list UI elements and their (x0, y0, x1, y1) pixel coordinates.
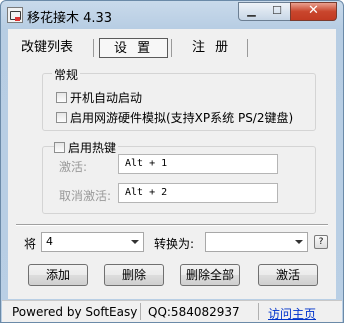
activate-hotkey-field[interactable]: Alt + 1 (118, 154, 278, 174)
minimize-button[interactable]: ▁ (238, 2, 265, 21)
general-group-label: 常规 (52, 66, 81, 83)
add-button[interactable]: 添加 (28, 264, 88, 286)
help-button[interactable]: ? (314, 235, 328, 249)
tab-separator (93, 39, 94, 57)
delete-button[interactable]: 删除 (104, 264, 164, 286)
window-title: 移花接木 4.33 (27, 11, 113, 26)
hotkey-label: 启用热键 (68, 141, 117, 155)
autostart-label: 开机自动启动 (70, 91, 143, 105)
app-icon (7, 7, 23, 23)
tab-register[interactable]: 注 册 (192, 38, 231, 58)
status-separator (258, 303, 259, 320)
powered-by-text: Powered by SoftEasy (12, 305, 138, 319)
from-key-value: 4 (46, 235, 53, 248)
deactivate-label: 取消激活: (59, 189, 112, 203)
tab-settings[interactable]: 设 置 (99, 38, 169, 58)
main-window: 移花接木 4.33 ▁ ☐ ✕ 改键列表 设 置 注 册 常规 开机自动启动 启… (0, 0, 344, 323)
activate-button[interactable]: 激活 (258, 264, 318, 286)
tab-separator (171, 39, 172, 57)
help-icon: ? (318, 237, 324, 247)
deactivate-hotkey-field[interactable]: Alt + 2 (118, 183, 278, 203)
delete-all-button[interactable]: 删除全部 (180, 264, 240, 286)
from-key-label: 将 (24, 237, 37, 251)
to-key-select[interactable] (205, 232, 308, 252)
checkbox-box (56, 112, 67, 123)
game-hardware-label: 启用网游硬件模拟(支持XP系统 PS/2键盘) (70, 111, 294, 125)
tab-key-list[interactable]: 改键列表 (21, 38, 73, 58)
to-key-label: 转换为: (154, 237, 195, 251)
close-icon: ✕ (308, 3, 319, 18)
hotkey-checkbox[interactable]: 启用热键 (54, 139, 119, 156)
chevron-down-icon (131, 240, 139, 244)
maximize-button[interactable]: ☐ (264, 2, 291, 21)
minimize-icon: ▁ (247, 4, 256, 17)
client-area: 改键列表 设 置 注 册 常规 开机自动启动 启用网游硬件模拟(支持XP系统 P… (8, 29, 336, 299)
qq-text: QQ:584082937 (148, 305, 240, 319)
checkbox-box (56, 92, 67, 103)
maximize-icon: ☐ (272, 4, 282, 17)
divider (16, 224, 328, 226)
checkbox-box (54, 142, 65, 153)
title-bar[interactable]: 移花接木 4.33 ▁ ☐ ✕ (1, 1, 343, 29)
close-button[interactable]: ✕ (290, 2, 337, 21)
autostart-checkbox[interactable]: 开机自动启动 (56, 89, 142, 106)
activate-label: 激活: (59, 160, 88, 174)
chevron-down-icon (295, 240, 303, 244)
status-separator (140, 303, 141, 320)
tab-separator (247, 39, 248, 57)
game-hardware-checkbox[interactable]: 启用网游硬件模拟(支持XP系统 PS/2键盘) (56, 109, 293, 126)
homepage-link[interactable]: 访问主页 (268, 305, 316, 322)
from-key-select[interactable]: 4 (41, 232, 144, 252)
status-bar: Powered by SoftEasy QQ:584082937 访问主页 (2, 300, 342, 322)
